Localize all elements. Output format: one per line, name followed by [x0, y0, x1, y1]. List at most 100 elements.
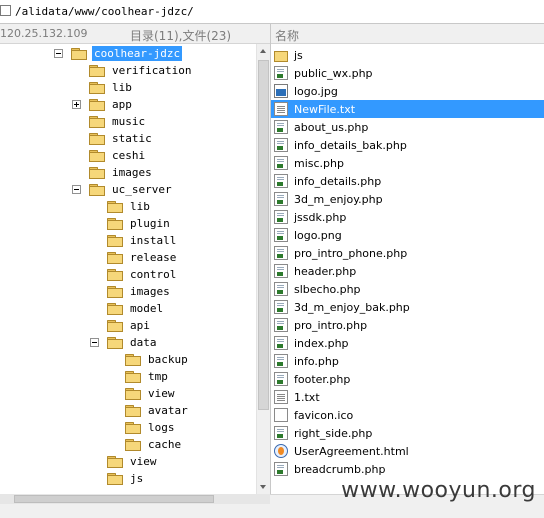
scroll-up-arrow-icon[interactable] [257, 44, 270, 58]
file-list-item[interactable]: right_side.php [271, 424, 544, 442]
folder-icon [125, 353, 141, 366]
file-list-item[interactable]: 3d_m_enjoy.php [271, 190, 544, 208]
file-list-item[interactable]: index.php [271, 334, 544, 352]
file-name: header.php [294, 264, 357, 278]
file-list-item[interactable]: logo.png [271, 226, 544, 244]
collapse-minus-icon[interactable] [54, 49, 63, 58]
tree-node[interactable]: view [108, 385, 177, 402]
file-list-item[interactable]: footer.php [271, 370, 544, 388]
file-list-item[interactable]: UserAgreement.html [271, 442, 544, 460]
current-path[interactable]: /alidata/www/coolhear-jdzc/ [15, 5, 194, 18]
tree-node[interactable]: lib [90, 198, 152, 215]
php-file-icon [274, 192, 288, 206]
tree-node[interactable]: static [72, 130, 154, 147]
path-checkbox[interactable] [0, 5, 11, 16]
tree-node[interactable]: data [90, 334, 159, 351]
folder-icon [125, 370, 141, 383]
tree-node[interactable]: app [72, 96, 134, 113]
name-column-header[interactable]: 名称 [275, 27, 299, 44]
file-list-item[interactable]: slbecho.php [271, 280, 544, 298]
file-list: js public_wx.php logo.jpg NewFile.txt about_… [271, 46, 544, 486]
file-list-item[interactable]: logo.jpg [271, 82, 544, 100]
file-name: index.php [294, 336, 349, 350]
file-list-item[interactable]: pro_intro.php [271, 316, 544, 334]
folder-icon [71, 47, 87, 60]
scroll-thumb[interactable] [258, 60, 269, 410]
tree-node-label: lib [112, 81, 132, 94]
folder-icon [125, 404, 141, 417]
tree-node[interactable]: avatar [108, 402, 190, 419]
tree-node[interactable]: images [72, 164, 154, 181]
tree-vertical-scrollbar[interactable] [256, 44, 270, 494]
tree-node[interactable]: verification [72, 62, 193, 79]
file-list-item[interactable]: NewFile.txt [271, 100, 544, 118]
tree-node-label: api [130, 319, 150, 332]
file-list-item[interactable]: favicon.ico [271, 406, 544, 424]
tree-node[interactable]: control [90, 266, 178, 283]
file-list-item[interactable]: 3d_m_enjoy_bak.php [271, 298, 544, 316]
file-list-item[interactable]: info_details_bak.php [271, 136, 544, 154]
tree-node[interactable]: logs [108, 419, 177, 436]
tree-node[interactable]: release [90, 249, 178, 266]
php-file-icon [274, 156, 288, 170]
file-list-item[interactable]: misc.php [271, 154, 544, 172]
tree-node-label: control [130, 268, 177, 281]
folder-icon [89, 132, 105, 145]
file-list-item[interactable]: info_details.php [271, 172, 544, 190]
file-list-item[interactable]: pro_intro_phone.php [271, 244, 544, 262]
folder-icon [107, 285, 123, 298]
php-file-icon [274, 210, 288, 224]
file-list-item[interactable]: jssdk.php [271, 208, 544, 226]
horizontal-scroll-thumb[interactable] [14, 495, 214, 503]
expand-plus-icon[interactable] [72, 100, 81, 109]
image-file-icon [274, 84, 288, 98]
tree-node-label: backup [148, 353, 188, 366]
file-name: info_details.php [294, 174, 382, 188]
scroll-down-arrow-icon[interactable] [257, 480, 270, 494]
tree-node[interactable]: model [90, 300, 165, 317]
file-name: slbecho.php [294, 282, 361, 296]
text-file-icon [274, 390, 288, 404]
file-name: info_details_bak.php [294, 138, 407, 152]
file-list-item[interactable]: 1.txt [271, 388, 544, 406]
folder-icon [107, 336, 123, 349]
tree-node[interactable]: view [90, 453, 159, 470]
tree-node[interactable]: cache [108, 436, 183, 453]
file-list-item[interactable]: about_us.php [271, 118, 544, 136]
tree-node[interactable]: tmp [108, 368, 170, 385]
collapse-minus-icon[interactable] [90, 338, 99, 347]
tree-node[interactable]: backup [108, 351, 190, 368]
tree-node[interactable]: ceshi [72, 147, 147, 164]
php-file-icon [274, 372, 288, 386]
file-list-item[interactable]: breadcrumb.php [271, 460, 544, 478]
folder-icon [107, 217, 123, 230]
file-list-item[interactable]: info.php [271, 352, 544, 370]
tree-horizontal-scrollbar[interactable] [0, 494, 270, 504]
tree-node[interactable]: lib [72, 79, 134, 96]
file-name: public_wx.php [294, 66, 373, 80]
folder-icon [125, 438, 141, 451]
tree-node[interactable]: js [90, 470, 145, 487]
tree-node[interactable]: plugin [90, 215, 172, 232]
tree-node[interactable]: coolhear-jdzc [54, 45, 183, 62]
collapse-minus-icon[interactable] [72, 185, 81, 194]
tree-node[interactable]: uc_server [72, 181, 174, 198]
ico-file-icon [274, 408, 288, 422]
tree-node[interactable]: images [90, 283, 172, 300]
file-list-item[interactable]: public_wx.php [271, 64, 544, 82]
tree-node[interactable]: install [90, 232, 178, 249]
directory-tree: coolhear-jdzc verification lib app music stat… [0, 44, 256, 494]
tree-node[interactable]: music [72, 113, 147, 130]
file-list-item[interactable]: header.php [271, 262, 544, 280]
tree-node[interactable]: api [90, 317, 152, 334]
folder-icon [89, 98, 105, 111]
file-list-header[interactable]: 名称 [271, 24, 544, 44]
folder-icon [89, 81, 105, 94]
file-list-item[interactable]: js [271, 46, 544, 64]
